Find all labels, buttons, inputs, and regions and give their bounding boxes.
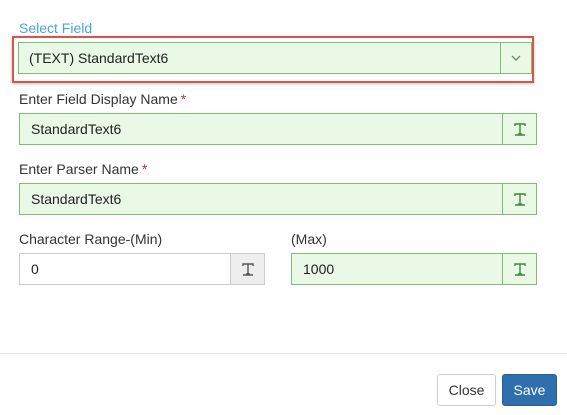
char-range-min-input[interactable]: [19, 253, 231, 285]
parser-name-label: Enter Parser Name *: [19, 160, 147, 178]
text-type-icon[interactable]: [231, 253, 265, 285]
footer-divider: [0, 353, 567, 354]
parser-name-input[interactable]: [19, 183, 503, 215]
char-range-min-group: [19, 253, 265, 285]
text-type-icon[interactable]: [503, 113, 537, 145]
required-marker: *: [141, 161, 148, 177]
close-button[interactable]: Close: [437, 374, 496, 406]
display-name-group: [19, 113, 537, 145]
parser-name-label-text: Enter Parser Name: [19, 161, 139, 177]
display-name-input[interactable]: [19, 113, 503, 145]
char-range-max-group: [291, 253, 537, 285]
parser-name-group: [19, 183, 537, 215]
required-marker: *: [180, 91, 187, 107]
text-type-icon[interactable]: [503, 183, 537, 215]
select-field-value: (TEXT) StandardText6: [29, 50, 169, 66]
chevron-down-icon[interactable]: [500, 43, 531, 73]
display-name-label-text: Enter Field Display Name: [19, 91, 178, 107]
char-range-min-label: Character Range-(Min): [19, 231, 163, 247]
char-range-max-label: (Max): [291, 231, 327, 247]
select-field-dropdown[interactable]: (TEXT) StandardText6: [18, 42, 532, 74]
text-type-icon[interactable]: [503, 253, 537, 285]
select-field-label: Select Field: [19, 20, 93, 36]
char-range-max-input[interactable]: [291, 253, 503, 285]
field-config-dialog: Select Field (TEXT) StandardText6 Enter …: [0, 0, 567, 415]
display-name-label: Enter Field Display Name *: [19, 90, 186, 108]
save-button[interactable]: Save: [502, 374, 557, 406]
